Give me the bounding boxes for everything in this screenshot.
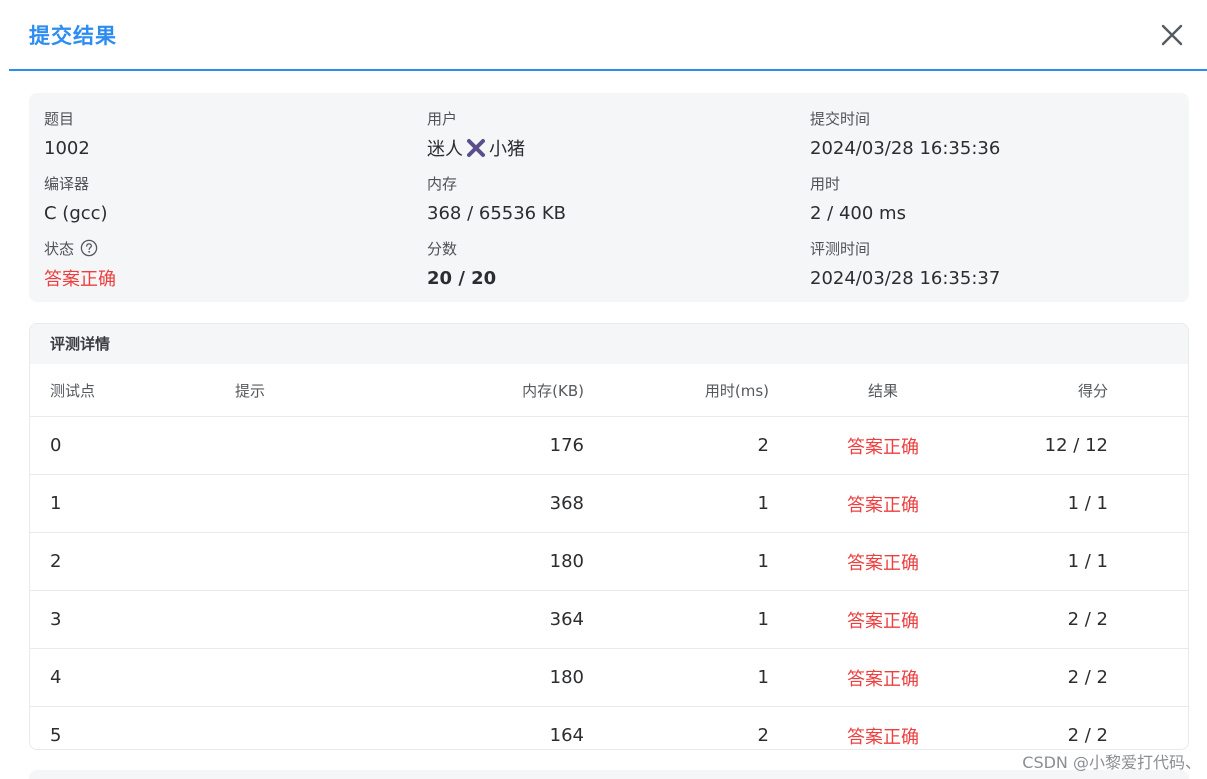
close-button[interactable] xyxy=(1159,22,1185,48)
column-header-testcase: 测试点 xyxy=(30,364,234,417)
submit-time-value: 2024/03/28 16:35:36 xyxy=(810,137,1001,159)
table-row: 4 180 1 答案正确 2 / 2 xyxy=(30,648,1188,707)
submit-time-label: 提交时间 xyxy=(810,109,871,128)
compiler-label: 编译器 xyxy=(44,174,90,193)
cell-score: 2 / 2 xyxy=(1067,725,1108,746)
compiler-value: C (gcc) xyxy=(44,202,108,224)
cell-memory: 180 xyxy=(406,648,585,707)
next-section-card xyxy=(29,770,1189,779)
compiler-field: 编译器 C (gcc) xyxy=(44,173,108,225)
user-name-part2: 小猪 xyxy=(489,139,525,160)
cell-result: 答案正确 xyxy=(847,726,919,748)
problem-label: 题目 xyxy=(44,109,75,128)
user-name-part1: 迷人 xyxy=(427,139,463,160)
cell-result: 答案正确 xyxy=(770,474,996,533)
user-label: 用户 xyxy=(427,109,458,128)
cell-hint xyxy=(234,707,406,750)
submit-time-field: 提交时间 2024/03/28 16:35:36 xyxy=(810,108,1000,160)
dialog-header: 提交结果 xyxy=(9,0,1207,71)
time-used-label: 用时 xyxy=(810,174,841,193)
cell-testcase: 5 xyxy=(50,725,62,746)
score-value: 20 / 20 xyxy=(427,267,497,289)
memory-field: 内存 368 / 65536 KB xyxy=(427,173,566,225)
cell-hint xyxy=(234,590,406,649)
cell-result: 答案正确 xyxy=(770,590,996,649)
status-value: 答案正确 xyxy=(44,269,116,290)
watermark: CSDN @小黎爱打代码、 xyxy=(1022,753,1201,772)
cross-mark-icon xyxy=(465,137,487,159)
table-row: 0 176 2 答案正确 12 / 12 xyxy=(30,416,1188,475)
cell-score: 2 / 2 xyxy=(996,648,1188,707)
score-field: 分数 20 / 20 xyxy=(427,238,496,290)
judge-time-value: 2024/03/28 16:35:37 xyxy=(810,267,1001,289)
submission-result-dialog: 提交结果 题目 1002 用户 迷人 小猪 提交时间 2024/03/28 16… xyxy=(9,0,1207,779)
cell-time: 2 xyxy=(757,725,769,746)
user-field: 用户 迷人 小猪 xyxy=(427,108,525,161)
score-label: 分数 xyxy=(427,239,458,258)
submission-info-card: 题目 1002 用户 迷人 小猪 提交时间 2024/03/28 16:35:3… xyxy=(29,93,1189,302)
cell-memory: 368 xyxy=(406,474,585,533)
cell-result: 答案正确 xyxy=(770,648,996,707)
time-used-field: 用时 2 / 400 ms xyxy=(810,173,906,225)
cell-result: 答案正确 xyxy=(770,416,996,475)
cell-memory: 164 xyxy=(549,725,584,746)
cell-time: 1 xyxy=(585,590,770,649)
cell-hint xyxy=(234,648,406,707)
cell-testcase: 0 xyxy=(30,416,234,475)
table-header-row: 测试点 提示 内存(KB) 用时(ms) 结果 得分 xyxy=(30,364,1188,417)
user-name: 迷人 小猪 xyxy=(427,136,525,160)
cell-memory: 180 xyxy=(406,532,585,591)
judge-time-label: 评测时间 xyxy=(810,239,871,258)
cell-memory: 364 xyxy=(406,590,585,649)
question-circle-icon[interactable] xyxy=(80,239,98,257)
cell-time: 1 xyxy=(585,648,770,707)
cell-score: 1 / 1 xyxy=(996,532,1188,591)
table-row: 5 164 2 答案正确 2 / 2 xyxy=(30,707,1188,750)
judge-detail-table: 测试点 提示 内存(KB) 用时(ms) 结果 得分 0 176 2 答案正确 … xyxy=(30,364,1188,750)
column-header-score: 得分 xyxy=(996,364,1188,417)
status-label-row: 状态 xyxy=(44,238,116,258)
judge-time-field: 评测时间 2024/03/28 16:35:37 xyxy=(810,238,1000,290)
table-row: 1 368 1 答案正确 1 / 1 xyxy=(30,474,1188,533)
cell-hint xyxy=(234,532,406,591)
cell-score: 2 / 2 xyxy=(996,590,1188,649)
table-row: 2 180 1 答案正确 1 / 1 xyxy=(30,532,1188,591)
cell-testcase: 4 xyxy=(30,648,234,707)
cell-hint xyxy=(234,416,406,475)
problem-field: 题目 1002 xyxy=(44,108,90,160)
cell-testcase: 3 xyxy=(30,590,234,649)
memory-label: 内存 xyxy=(427,174,458,193)
judge-detail-card: 评测详情 测试点 提示 内存(KB) 用时(ms) 结果 得分 0 176 2 xyxy=(29,323,1189,750)
status-field: 状态 答案正确 xyxy=(44,238,116,291)
time-used-value: 2 / 400 ms xyxy=(810,202,906,224)
cell-testcase: 1 xyxy=(30,474,234,533)
judge-detail-title: 评测详情 xyxy=(30,324,1188,364)
cell-memory: 176 xyxy=(406,416,585,475)
column-header-result: 结果 xyxy=(770,364,996,417)
table-row: 3 364 1 答案正确 2 / 2 xyxy=(30,590,1188,649)
dialog-title: 提交结果 xyxy=(29,24,117,48)
column-header-memory: 内存(KB) xyxy=(406,364,585,417)
cell-time: 1 xyxy=(585,532,770,591)
column-header-hint: 提示 xyxy=(234,364,406,417)
close-icon xyxy=(1161,24,1183,46)
cell-hint xyxy=(234,474,406,533)
problem-id: 1002 xyxy=(44,137,90,159)
cell-score: 1 / 1 xyxy=(996,474,1188,533)
cell-score: 12 / 12 xyxy=(996,416,1188,475)
column-header-time: 用时(ms) xyxy=(585,364,770,417)
status-label: 状态 xyxy=(44,239,75,258)
cell-result: 答案正确 xyxy=(770,532,996,591)
memory-value: 368 / 65536 KB xyxy=(427,202,566,224)
cell-time: 2 xyxy=(585,416,770,475)
cell-time: 1 xyxy=(585,474,770,533)
cell-testcase: 2 xyxy=(30,532,234,591)
